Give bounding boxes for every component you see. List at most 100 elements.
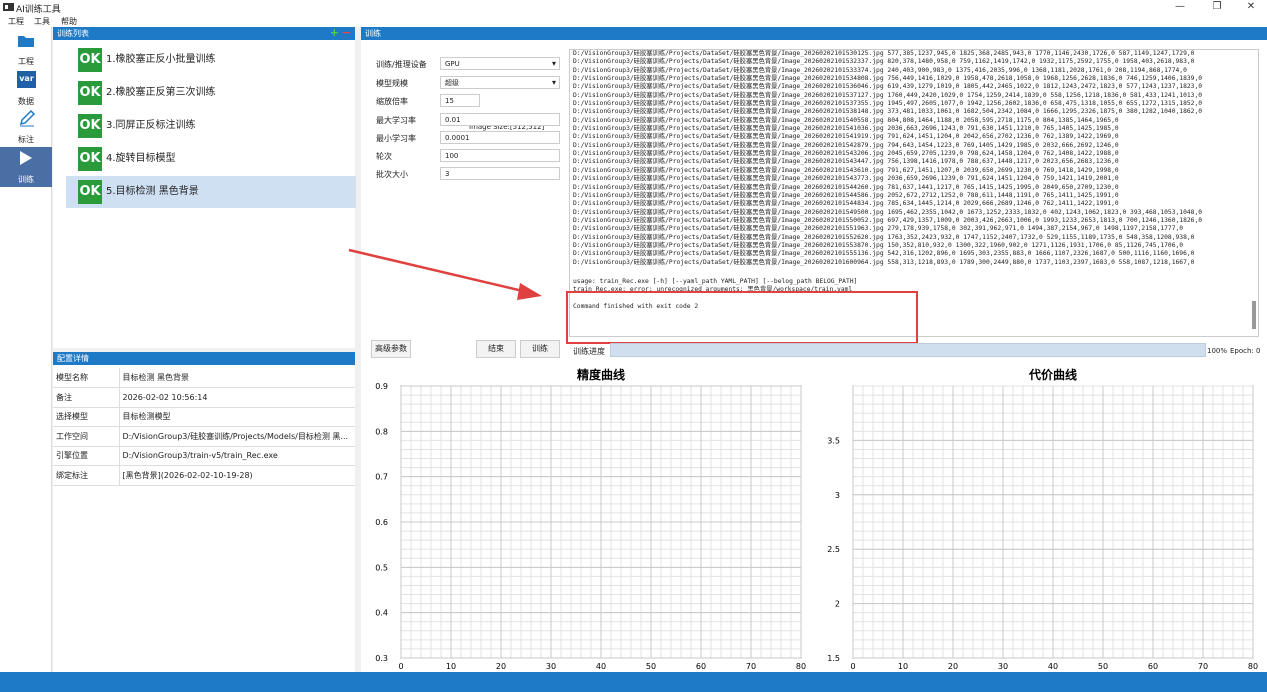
ok-icon: OK [78, 114, 102, 138]
minimize-button[interactable]: — [1163, 0, 1197, 15]
log-line: D:/VisionGroup3/硅胶塞训练/Projects/DataSet/硅… [573, 108, 1203, 116]
nav-project[interactable]: 工程 [0, 29, 52, 69]
device-select[interactable]: GPU [440, 57, 560, 70]
remove-icon[interactable]: − [342, 26, 351, 39]
train-list-header: 训练列表 + − [53, 26, 355, 40]
config-key: 工作空间 [53, 426, 120, 447]
ok-icon: OK [78, 81, 102, 105]
list-item-label: 5.目标检测 黑色背景 [106, 186, 199, 197]
y-tick-label: 0.5 [375, 563, 388, 572]
config-key: 引擎位置 [53, 446, 120, 466]
epochs-input[interactable]: 100 [440, 149, 560, 162]
config-value: 2026-02-02 10:56:14 [119, 387, 355, 408]
progress-bar [610, 343, 1206, 357]
window-title: AI训练工具 [16, 5, 61, 15]
log-line: D:/VisionGroup3/硅胶塞训练/Projects/DataSet/硅… [573, 141, 1119, 149]
close-button[interactable]: ✕ [1234, 0, 1267, 15]
left-toolbar: 工程 var 数据 标注 训练 [0, 27, 52, 672]
max-lr-input[interactable]: 0.01 [440, 113, 560, 126]
maximize-button[interactable]: ❐ [1200, 0, 1234, 15]
x-tick-label: 0 [398, 662, 403, 669]
nav-annotate-label: 标注 [18, 135, 34, 144]
list-item-selected[interactable]: OK 5.目标检测 黑色背景 [66, 176, 356, 208]
list-item-label: 3.同屏正反标注训练 [106, 120, 196, 131]
config-key: 选择模型 [53, 407, 120, 427]
stop-button[interactable]: 结束 [476, 340, 516, 358]
min-lr-input[interactable]: 0.0001 [440, 131, 560, 144]
nav-data[interactable]: var 数据 [0, 69, 52, 109]
nav-train-label: 训练 [18, 175, 34, 184]
min-lr-label: 最小学习率 [376, 134, 416, 143]
menu-help[interactable]: 帮助 [61, 16, 77, 27]
nav-annotate[interactable]: 标注 [0, 107, 52, 147]
config-key: 绑定标注 [53, 465, 120, 486]
x-tick-label: 10 [898, 662, 908, 669]
x-tick-label: 0 [850, 662, 855, 669]
ok-icon: OK [78, 48, 102, 72]
list-item-label: 2.橡胶塞正反第三次训练 [106, 87, 216, 98]
y-tick-label: 1.5 [827, 654, 840, 663]
list-item-label: 4.旋转目标模型 [106, 153, 176, 164]
log-line: D:/VisionGroup3/硅胶塞训练/Projects/DataSet/硅… [573, 116, 1119, 124]
batch-field: 批次大小 3 [376, 167, 566, 181]
title-bar: AI训练工具 — ❐ ✕ [0, 0, 1267, 15]
error-highlight-box [566, 291, 918, 344]
log-line: D:/VisionGroup3/硅胶塞训练/Projects/DataSet/硅… [573, 250, 1195, 258]
x-tick-label: 40 [1048, 662, 1058, 669]
advanced-params-button[interactable]: 高级参数 [371, 340, 411, 358]
menu-tools[interactable]: 工具 [34, 16, 50, 27]
chart-title: 精度曲线 [577, 367, 625, 382]
log-scrollbar[interactable] [1252, 301, 1256, 329]
config-key: 模型名称 [53, 368, 120, 388]
log-line: D:/VisionGroup3/硅胶塞训练/Projects/DataSet/硅… [573, 191, 1119, 199]
x-tick-label: 40 [596, 662, 606, 669]
x-tick-label: 50 [646, 662, 656, 669]
list-item[interactable]: OK 1.橡胶塞正反小批量训练 [66, 44, 356, 76]
epochs-label: 轮次 [376, 152, 392, 161]
ok-icon: OK [78, 180, 102, 204]
menu-project[interactable]: 工程 [8, 16, 24, 27]
table-row: 备注 2026-02-02 10:56:14 [53, 387, 355, 408]
x-tick-label: 30 [546, 662, 556, 669]
max-lr-field: 最大学习率 0.01 [376, 113, 566, 127]
log-line: D:/VisionGroup3/硅胶塞训练/Projects/DataSet/硅… [573, 216, 1203, 224]
train-button[interactable]: 训练 [520, 340, 560, 358]
y-tick-label: 0.3 [375, 654, 388, 663]
scale-label: 模型规模 [376, 79, 408, 88]
config-value: D:/VisionGroup3/train-v5/train_Rec.exe [119, 446, 355, 466]
config-value: [黑色背景](2026-02-02-10-19-28) [119, 465, 355, 486]
x-tick-label: 50 [1098, 662, 1108, 669]
train-list-panel: 训练列表 + − OK 1.橡胶塞正反小批量训练 OK 2.橡胶塞正反第三次训练… [53, 26, 356, 348]
menu-bar: 工程 工具 帮助 [0, 15, 1267, 27]
y-tick-label: 2.5 [827, 545, 840, 554]
progress-text: 100% [1207, 347, 1228, 355]
log-line: D:/VisionGroup3/硅胶塞训练/Projects/DataSet/硅… [573, 241, 1184, 249]
progress-label: 训练进度 [573, 347, 605, 356]
log-line: D:/VisionGroup3/硅胶塞训练/Projects/DataSet/硅… [573, 83, 1203, 91]
app-icon [3, 3, 14, 11]
list-item[interactable]: OK 2.橡胶塞正反第三次训练 [66, 77, 356, 109]
batch-input[interactable]: 3 [440, 167, 560, 180]
config-value: 目标检测模型 [119, 407, 355, 427]
zoom-input[interactable]: 15 [440, 94, 480, 107]
ok-icon: OK [78, 147, 102, 171]
y-tick-label: 0.8 [375, 427, 388, 436]
list-item[interactable]: OK 4.旋转目标模型 [66, 143, 356, 175]
log-line: D:/VisionGroup3/硅胶塞训练/Projects/DataSet/硅… [573, 66, 1187, 74]
scale-select[interactable]: 超级 [440, 76, 560, 89]
log-line: D:/VisionGroup3/硅胶塞训练/Projects/DataSet/硅… [573, 225, 1184, 233]
list-item[interactable]: OK 3.同屏正反标注训练 [66, 110, 356, 142]
table-row: 选择模型 目标检测模型 [53, 407, 355, 427]
config-value: D:/VisionGroup3/硅胶塞训练/Projects/Models/目标… [119, 426, 355, 447]
log-lines: D:/VisionGroup3/硅胶塞训练/Projects/DataSet/硅… [573, 50, 1258, 267]
add-icon[interactable]: + [330, 26, 339, 39]
nav-train[interactable]: 训练 [0, 147, 52, 187]
progress-fill [611, 344, 1205, 356]
x-tick-label: 10 [446, 662, 456, 669]
table-row: 绑定标注 [黑色背景](2026-02-02-10-19-28) [53, 465, 355, 486]
x-tick-label: 70 [1198, 662, 1208, 669]
x-tick-label: 80 [796, 662, 806, 669]
log-line: D:/VisionGroup3/硅胶塞训练/Projects/DataSet/硅… [573, 200, 1119, 208]
var-icon: var [17, 71, 36, 88]
device-field: 训练/推理设备 GPU [376, 57, 566, 71]
